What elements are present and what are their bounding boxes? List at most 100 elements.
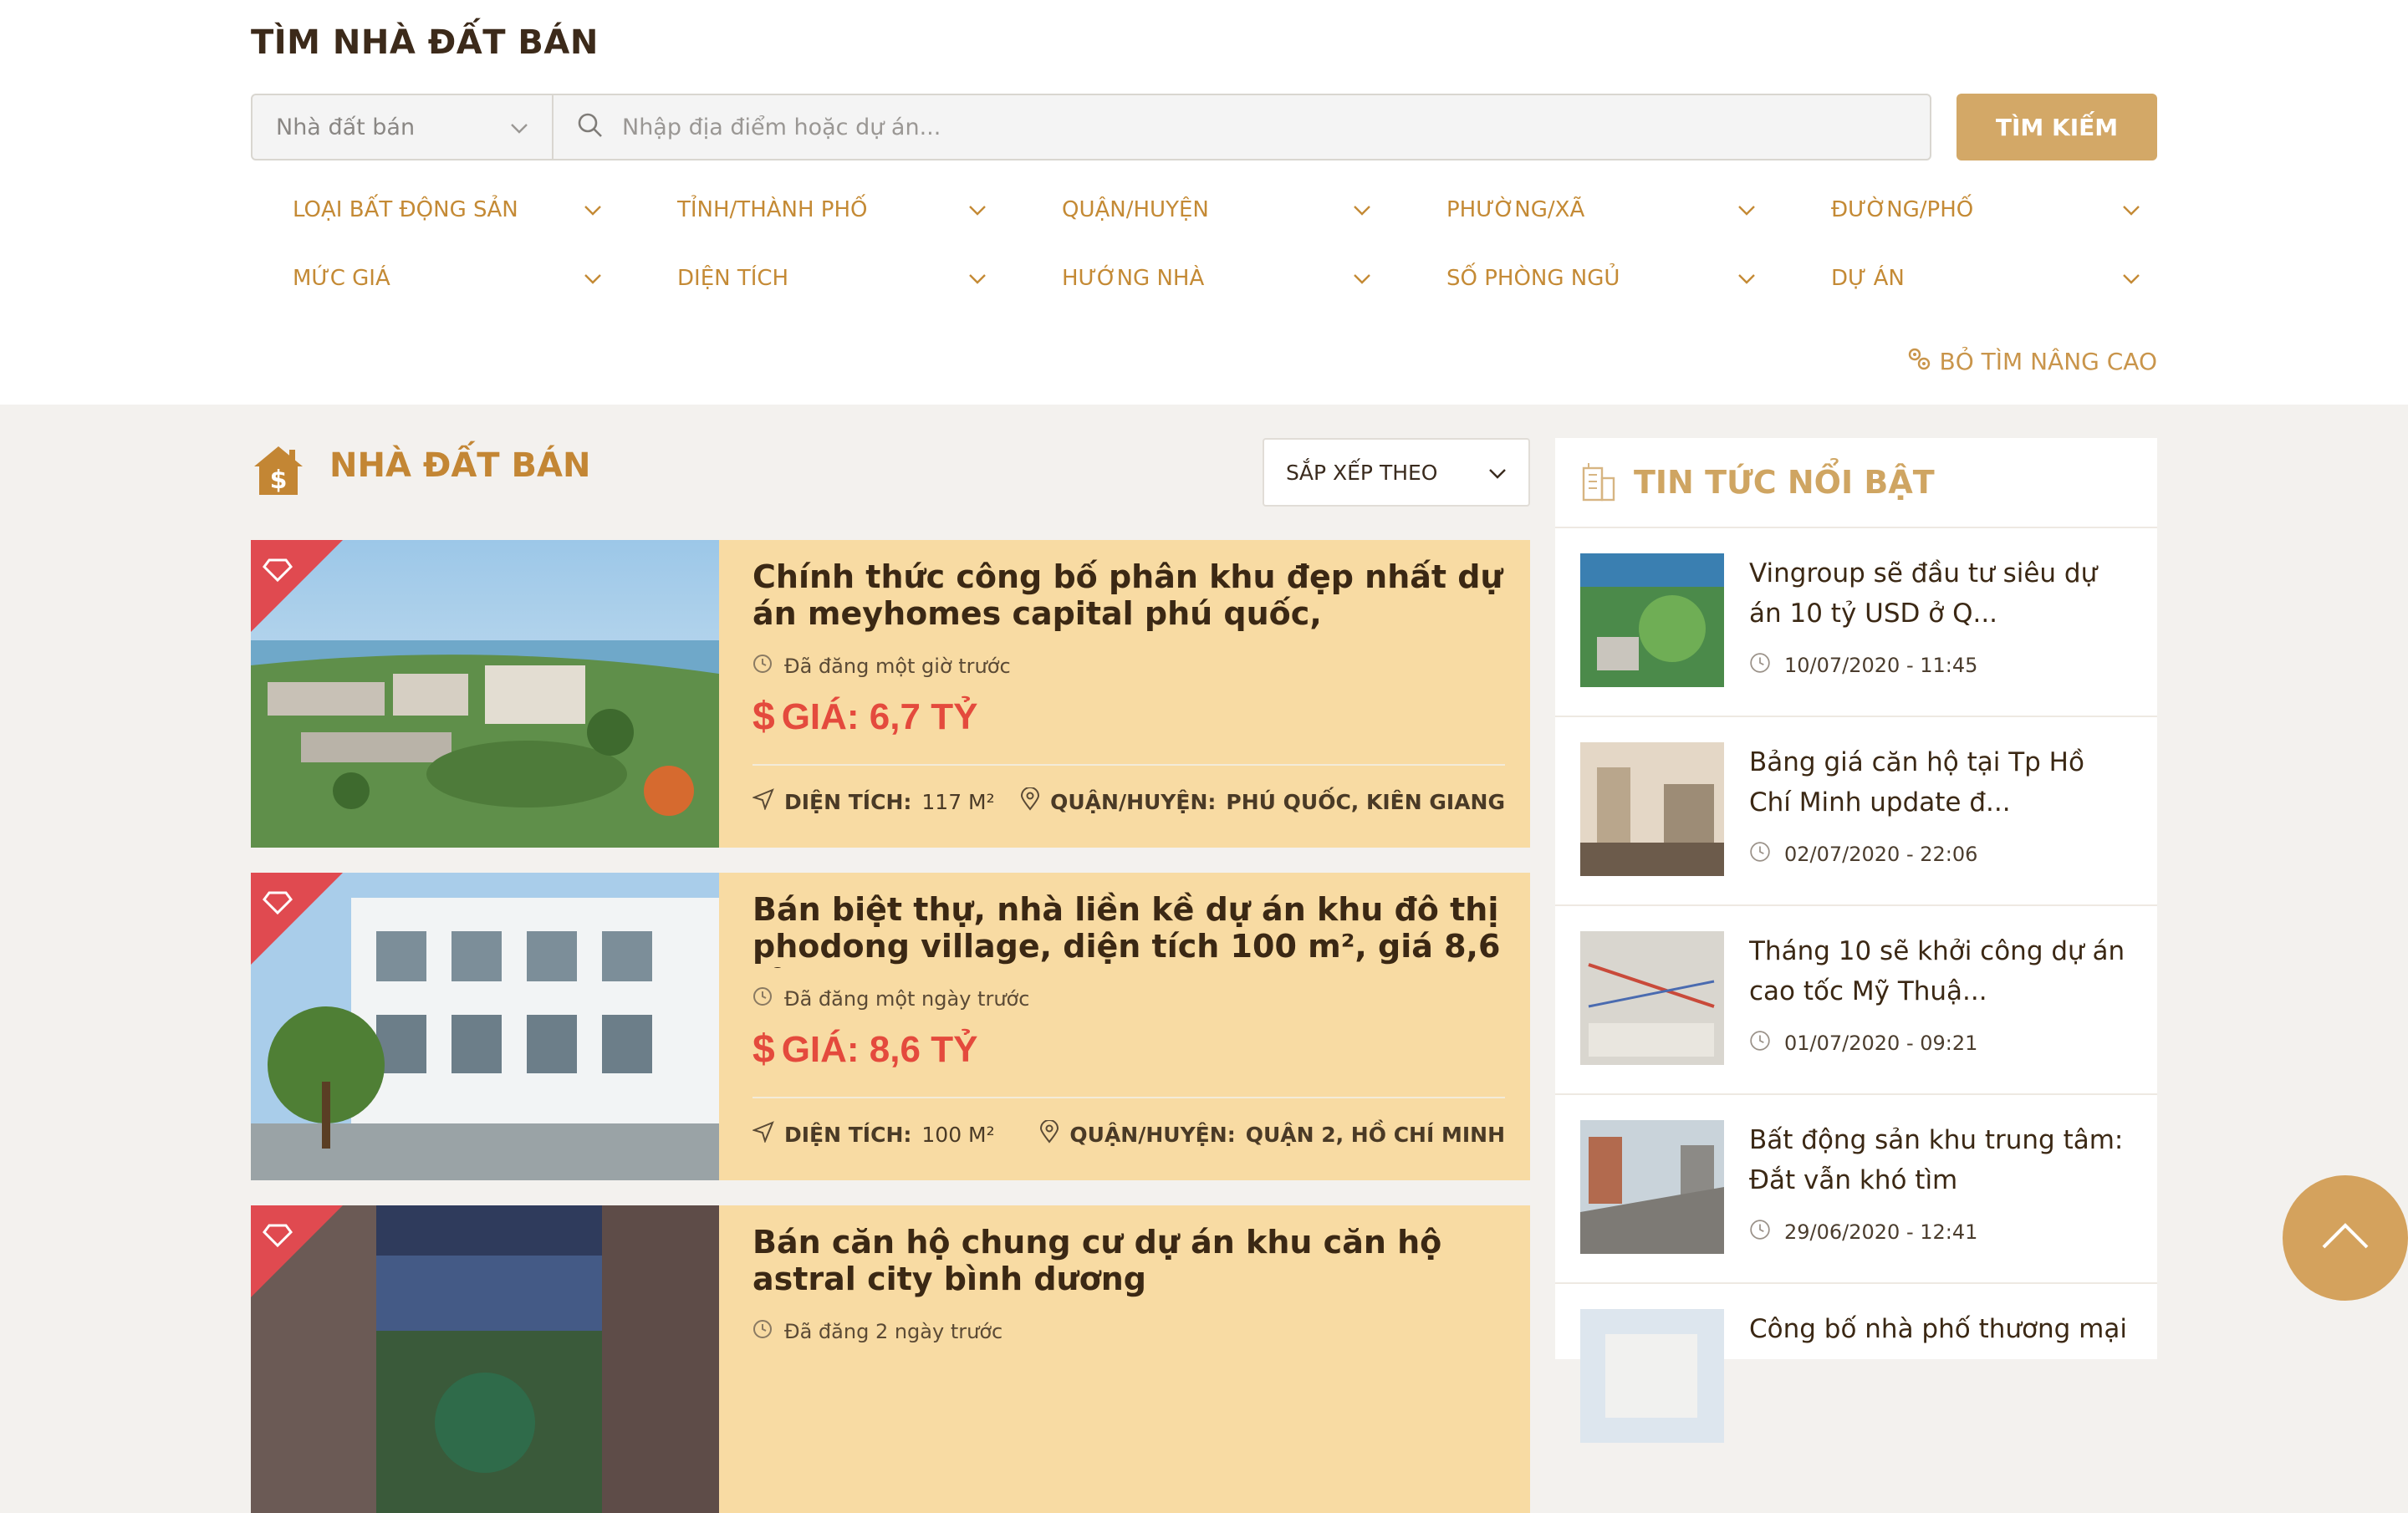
filter-direction[interactable]: HƯỚNG NHÀ — [1020, 261, 1371, 296]
news-thumbnail[interactable] — [1580, 742, 1724, 876]
info-row: DIỆN TÍCH: 100 M² QUẬN/HUYỆN: QUẬN 2, HỒ… — [752, 1119, 1505, 1149]
district-value: QUẬN 2, HỒ CHÍ MINH — [1245, 1122, 1505, 1147]
price-row: $ GIÁ: 8,6 TỶ — [752, 1026, 1505, 1072]
sort-select[interactable]: SẮP XẾP THEO — [1263, 438, 1530, 507]
advanced-search-label: BỎ TÌM NÂNG CAO — [1939, 348, 2157, 375]
filter-project[interactable]: DỰ ÁN — [1789, 261, 2140, 296]
listing-body: Bán biệt thự, nhà liền kề dự án khu đô t… — [719, 873, 1530, 1180]
posted-row: Đã đăng 2 ngày trước — [752, 1319, 1505, 1344]
news-thumbnail[interactable] — [1580, 1309, 1724, 1443]
filter-label: DỰ ÁN — [1831, 266, 1905, 291]
news-item[interactable]: Vingroup sẽ đầu tư siêu dự án 10 tỷ USD … — [1555, 528, 2157, 717]
area-value: 117 M² — [921, 789, 995, 814]
news-date-row: 10/07/2020 - 11:45 — [1749, 652, 2132, 679]
chevron-down-icon — [968, 197, 987, 222]
filter-label: MỨC GIÁ — [293, 266, 390, 291]
chevron-down-icon — [584, 197, 602, 222]
news-headline[interactable]: Vingroup sẽ đầu tư siêu dự án 10 tỷ USD … — [1749, 553, 2132, 634]
listing-title[interactable]: Chính thức công bố phân khu đẹp nhất dự … — [752, 558, 1505, 635]
filter-label: PHƯỜNG/XÃ — [1446, 197, 1585, 222]
posted-time: Đã đăng một ngày trước — [784, 987, 1030, 1011]
filter-property-type[interactable]: LOẠI BẤT ĐỘNG SẢN — [251, 192, 602, 227]
listing-image[interactable] — [251, 1205, 719, 1513]
news-date-row: 01/07/2020 - 09:21 — [1749, 1030, 2132, 1057]
arrow-up-icon — [2320, 1222, 2370, 1254]
area-value: 100 M² — [921, 1122, 995, 1147]
news-item[interactable]: Bất động sản khu trung tâm: Đắt vẫn khó … — [1555, 1095, 2157, 1284]
search-bar: Nhà đất bán — [251, 94, 1931, 160]
news-headline[interactable]: Bất động sản khu trung tâm: Đắt vẫn khó … — [1749, 1120, 2132, 1200]
chevron-down-icon — [510, 115, 528, 140]
svg-text:$: $ — [270, 466, 288, 495]
area-label: DIỆN TÍCH: — [784, 789, 912, 814]
news-text: Tháng 10 sẽ khởi công dự án cao tốc Mỹ T… — [1749, 931, 2132, 1093]
diamond-badge-icon — [251, 873, 343, 965]
news-panel: TIN TỨC NỔI BẬT Vingroup sẽ đầu tư siêu … — [1555, 438, 2157, 1443]
clock-icon — [752, 986, 773, 1011]
news-headline[interactable]: Tháng 10 sẽ khởi công dự án cao tốc Mỹ T… — [1749, 931, 2132, 1011]
filter-bedrooms[interactable]: SỐ PHÒNG NGỦ — [1405, 261, 1756, 296]
navigation-icon — [752, 1121, 774, 1148]
news-text: Bảng giá căn hộ tại Tp Hồ Chí Minh updat… — [1749, 742, 2132, 904]
chevron-down-icon — [1353, 266, 1371, 291]
info-row: DIỆN TÍCH: 117 M² QUẬN/HUYỆN: PHÚ QUỐC, … — [752, 787, 1505, 816]
navigation-icon — [752, 788, 774, 815]
filter-province[interactable]: TỈNH/THÀNH PHỐ — [635, 192, 987, 227]
chevron-down-icon — [968, 266, 987, 291]
back-to-top-button[interactable] — [2283, 1175, 2408, 1301]
chevron-down-icon — [584, 266, 602, 291]
chevron-down-icon — [1737, 266, 1756, 291]
listing-card[interactable]: Bán căn hộ chung cư dự án khu căn hộ ast… — [251, 1205, 1530, 1513]
filter-ward[interactable]: PHƯỜNG/XÃ — [1405, 192, 1756, 227]
price-value: GIÁ: 6,7 TỶ — [781, 695, 978, 737]
filter-street[interactable]: ĐƯỜNG/PHỐ — [1789, 192, 2140, 227]
news-date: 29/06/2020 - 12:41 — [1784, 1220, 1978, 1244]
news-item[interactable]: Tháng 10 sẽ khởi công dự án cao tốc Mỹ T… — [1555, 906, 2157, 1095]
news-headline[interactable]: Công bố nhà phố thương mại — [1749, 1309, 2132, 1389]
listing-image[interactable] — [251, 540, 719, 848]
location-search-input[interactable] — [620, 113, 1906, 141]
listing-title[interactable]: Bán căn hộ chung cư dự án khu căn hộ ast… — [752, 1224, 1505, 1301]
property-type-select[interactable]: Nhà đất bán — [253, 95, 554, 159]
settings-icon — [1906, 346, 1931, 377]
area-info: DIỆN TÍCH: 117 M² — [752, 788, 995, 815]
news-date-row: 29/06/2020 - 12:41 — [1749, 1219, 2132, 1246]
news-header: TIN TỨC NỔI BẬT — [1555, 438, 2157, 528]
listing-image[interactable] — [251, 873, 719, 1180]
listing-card[interactable]: Bán biệt thự, nhà liền kề dự án khu đô t… — [251, 873, 1530, 1180]
news-date: 10/07/2020 - 11:45 — [1784, 654, 1978, 677]
news-item[interactable]: Công bố nhà phố thương mại — [1555, 1284, 2157, 1473]
clock-icon — [1749, 841, 1771, 868]
news-thumbnail[interactable] — [1580, 931, 1724, 1065]
posted-row: Đã đăng một giờ trước — [752, 654, 1505, 679]
district-info: QUẬN/HUYỆN: QUẬN 2, HỒ CHÍ MINH — [1039, 1119, 1505, 1149]
search-button[interactable]: TÌM KIẾM — [1956, 94, 2157, 160]
location-input-wrap — [554, 95, 1930, 159]
news-thumbnail[interactable] — [1580, 1120, 1724, 1254]
filter-label: ĐƯỜNG/PHỐ — [1831, 197, 1974, 222]
posted-row: Đã đăng một ngày trước — [752, 986, 1505, 1011]
listings-title: NHÀ ĐẤT BÁN — [329, 446, 591, 485]
chevron-down-icon — [1737, 197, 1756, 222]
news-text: Vingroup sẽ đầu tư siêu dự án 10 tỷ USD … — [1749, 553, 2132, 716]
price-value: GIÁ: 8,6 TỶ — [781, 1028, 978, 1070]
listing-card[interactable]: Chính thức công bố phân khu đẹp nhất dự … — [251, 540, 1530, 848]
area-label: DIỆN TÍCH: — [784, 1122, 912, 1147]
filter-area[interactable]: DIỆN TÍCH — [635, 261, 987, 296]
filter-label: HƯỚNG NHÀ — [1062, 266, 1205, 291]
location-pin-icon — [1020, 787, 1040, 816]
filter-grid: LOẠI BẤT ĐỘNG SẢN TỈNH/THÀNH PHỐ QUẬN/HU… — [251, 192, 2166, 296]
news-item[interactable]: Bảng giá căn hộ tại Tp Hồ Chí Minh updat… — [1555, 717, 2157, 906]
filter-price[interactable]: MỨC GIÁ — [251, 261, 602, 296]
listing-title[interactable]: Bán biệt thự, nhà liền kề dự án khu đô t… — [752, 891, 1505, 968]
chevron-down-icon — [2122, 197, 2140, 222]
search-icon — [577, 112, 604, 142]
advanced-search-toggle[interactable]: BỎ TÌM NÂNG CAO — [1906, 346, 2157, 377]
clock-icon — [1749, 1030, 1771, 1057]
listing-body: Chính thức công bố phân khu đẹp nhất dự … — [719, 540, 1530, 848]
building-icon — [1580, 460, 1617, 505]
house-dollar-icon: $ — [251, 443, 306, 498]
filter-district[interactable]: QUẬN/HUYỆN — [1020, 192, 1371, 227]
news-thumbnail[interactable] — [1580, 553, 1724, 687]
news-headline[interactable]: Bảng giá căn hộ tại Tp Hồ Chí Minh updat… — [1749, 742, 2132, 823]
